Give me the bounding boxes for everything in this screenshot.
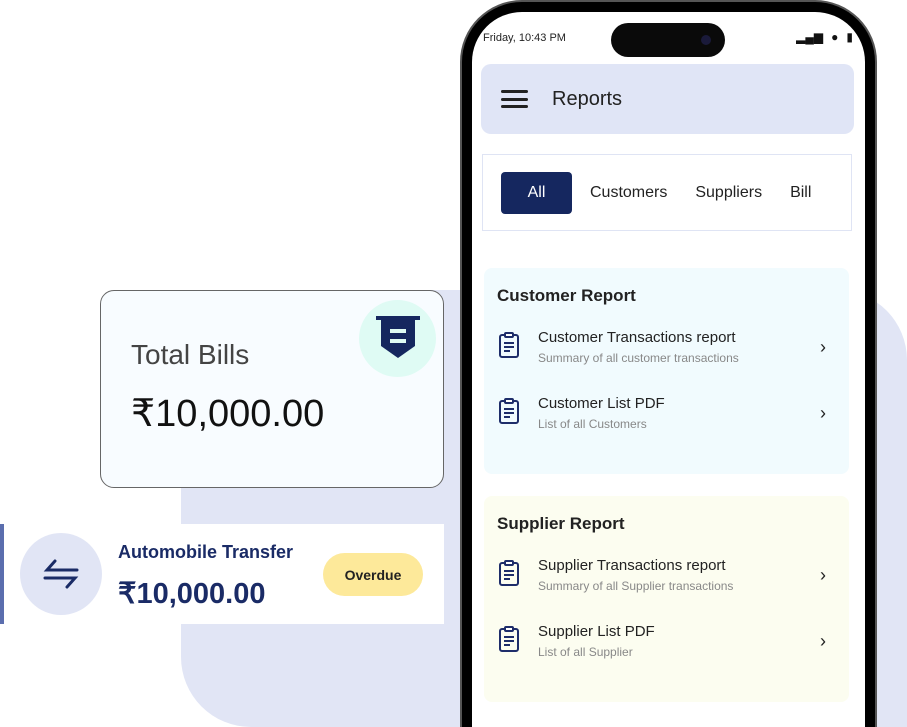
- phone-screen: Friday, 10:43 PM ▂▄▆ ● ▮ Reports All Cus…: [472, 12, 865, 727]
- item-subtitle: List of all Customers: [538, 417, 647, 431]
- item-subtitle: List of all Supplier: [538, 645, 633, 659]
- item-subtitle: Summary of all Supplier transactions: [538, 579, 734, 593]
- total-bills-amount: ₹10,000.00: [131, 393, 325, 435]
- transaction-name: Automobile Transfer: [118, 542, 294, 562]
- item-subtitle: Summary of all customer transactions: [538, 351, 739, 365]
- chevron-right-icon: ›: [820, 564, 826, 585]
- clipboard-icon: [497, 331, 523, 364]
- tab-all[interactable]: All: [501, 171, 572, 214]
- dynamic-island: [611, 23, 725, 57]
- item-title: Customer List PDF: [538, 395, 665, 412]
- transaction-card[interactable]: Automobile Transfer ₹10,000.00 Overdue: [0, 524, 444, 624]
- menu-icon[interactable]: [501, 90, 528, 108]
- clock-icon: ●: [831, 30, 839, 44]
- status-time: Friday, 10:43 PM: [483, 32, 566, 44]
- tab-suppliers[interactable]: Suppliers: [681, 184, 776, 202]
- clipboard-icon: [497, 625, 523, 658]
- chevron-right-icon: ›: [820, 336, 826, 357]
- chevron-right-icon: ›: [820, 402, 826, 423]
- filter-tabs: All Customers Suppliers Bill: [482, 154, 852, 231]
- tab-bill[interactable]: Bill: [776, 184, 825, 202]
- chevron-right-icon: ›: [820, 630, 826, 651]
- tab-customers[interactable]: Customers: [576, 184, 681, 202]
- section-title: Customer Report: [497, 286, 636, 305]
- section-title: Supplier Report: [497, 514, 625, 533]
- customer-report-section: Customer Report Customer Transactions re…: [484, 268, 849, 474]
- item-title: Customer Transactions report: [538, 329, 736, 346]
- clipboard-icon: [497, 559, 523, 592]
- signal-icon: ▂▄▆: [796, 30, 824, 44]
- report-item[interactable]: Customer List PDF List of all Customers ›: [497, 380, 836, 446]
- total-bills-label: Total Bills: [131, 339, 250, 370]
- item-title: Supplier Transactions report: [538, 557, 726, 574]
- page-title: Reports: [552, 87, 623, 110]
- battery-icon: ▮: [846, 30, 853, 44]
- report-item[interactable]: Customer Transactions report Summary of a…: [497, 314, 836, 380]
- item-title: Supplier List PDF: [538, 623, 655, 640]
- total-bills-card: Total Bills ₹10,000.00: [100, 290, 444, 488]
- camera-icon: [701, 35, 711, 45]
- transfer-icon: [20, 533, 102, 615]
- bill-icon: [359, 300, 436, 377]
- status-icons: ▂▄▆ ● ▮: [796, 30, 853, 44]
- report-item[interactable]: Supplier List PDF List of all Supplier ›: [497, 608, 836, 674]
- app-header: Reports: [481, 64, 854, 134]
- status-badge: Overdue: [323, 553, 423, 596]
- report-item[interactable]: Supplier Transactions report Summary of a…: [497, 542, 836, 608]
- transaction-amount: ₹10,000.00: [118, 578, 266, 610]
- supplier-report-section: Supplier Report Supplier Transactions re…: [484, 496, 849, 702]
- clipboard-icon: [497, 397, 523, 430]
